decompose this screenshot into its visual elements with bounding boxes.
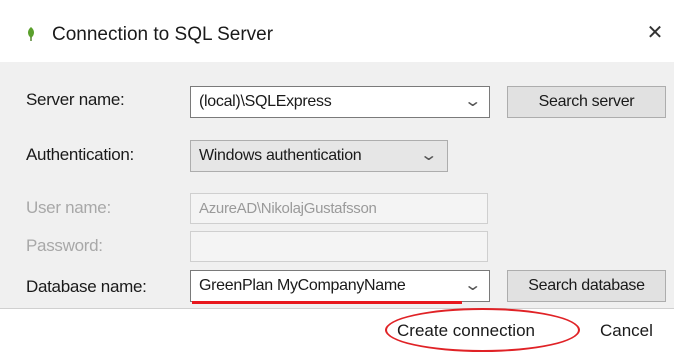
chevron-down-icon[interactable]: ⌄: [463, 91, 482, 111]
password-field: [190, 231, 488, 262]
red-underline-annotation: [192, 301, 462, 304]
authentication-label: Authentication:: [26, 145, 134, 164]
authentication-select[interactable]: Windows authentication ⌄: [190, 140, 448, 172]
server-name-value: (local)\SQLExpress: [199, 93, 332, 110]
cancel-button[interactable]: Cancel: [600, 321, 653, 341]
chevron-down-icon[interactable]: ⌄: [419, 145, 438, 165]
server-name-combobox[interactable]: (local)\SQLExpress ⌄: [190, 86, 490, 118]
window-title: Connection to SQL Server: [52, 24, 274, 45]
password-label: Password:: [26, 236, 103, 255]
search-database-button[interactable]: Search database: [507, 270, 666, 302]
title-bar: Connection to SQL Server ✕: [0, 0, 674, 62]
connection-dialog: Connection to SQL Server ✕ Server name: …: [0, 0, 674, 353]
user-name-value: AzureAD\NikolajGustafsson: [199, 200, 377, 217]
user-name-label: User name:: [26, 198, 111, 217]
red-circle-annotation: [385, 308, 580, 352]
close-button[interactable]: ✕: [640, 18, 670, 48]
user-name-field: AzureAD\NikolajGustafsson: [190, 193, 488, 224]
leaf-icon: [28, 27, 34, 41]
server-name-label: Server name:: [26, 90, 125, 109]
search-server-button[interactable]: Search server: [507, 86, 666, 118]
database-name-label: Database name:: [26, 277, 147, 296]
authentication-value: Windows authentication: [199, 147, 362, 164]
chevron-down-icon[interactable]: ⌄: [463, 275, 482, 295]
database-name-combobox[interactable]: GreenPlan MyCompanyName ⌄: [190, 270, 490, 302]
database-name-value: GreenPlan MyCompanyName: [199, 277, 406, 294]
